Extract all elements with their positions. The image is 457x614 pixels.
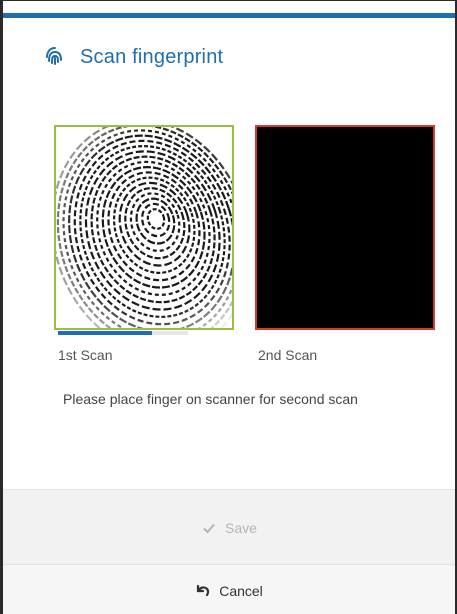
dialog-frame: Scan fingerprint 1st Scan 2nd Scan Pleas… [0,0,457,614]
dialog-header: Scan fingerprint [40,37,223,77]
second-scan-label: 2nd Scan [258,347,318,363]
fingerprint-icon [40,42,70,72]
cancel-button-label: Cancel [219,582,263,599]
scan-progress-fill [58,331,152,335]
status-message: Please place finger on scanner for secon… [63,391,358,407]
cancel-button[interactable]: Cancel [185,577,273,605]
first-scan-label: 1st Scan [58,347,113,363]
second-scan-preview [255,125,435,330]
dialog-accent-bar [3,13,455,18]
page-title: Scan fingerprint [80,45,224,68]
undo-icon [195,583,211,599]
save-button[interactable]: Save [191,514,267,542]
fingerprint-vignette [56,127,232,328]
cancel-footer: Cancel [3,564,455,614]
scan-progress-bar [58,331,188,335]
save-button-label: Save [225,519,257,536]
check-icon [201,520,217,536]
fingerprint-image [56,127,232,328]
save-footer: Save [3,489,455,565]
first-scan-preview [54,125,234,330]
